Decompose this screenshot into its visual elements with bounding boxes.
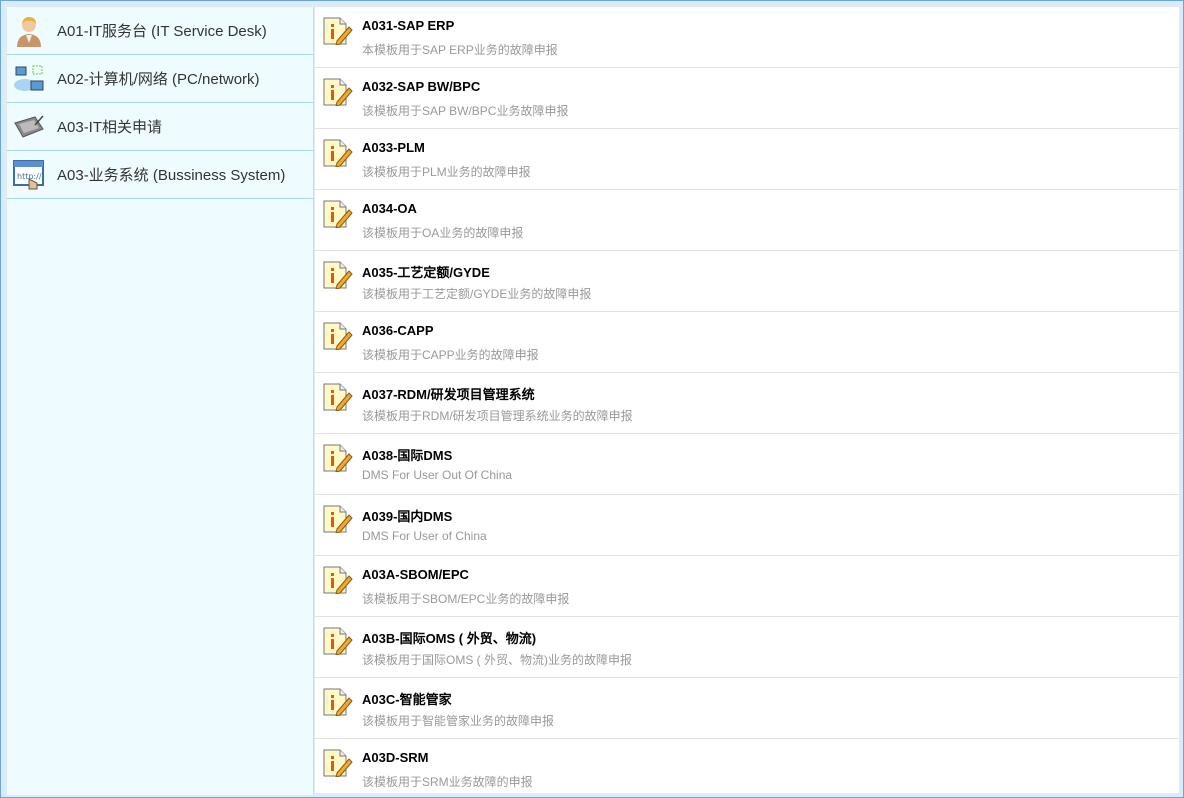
category-label: A03-IT相关申请	[57, 119, 163, 136]
template-item[interactable]: A035-工艺定额/GYDE 该模板用于工艺定额/GYDE业务的故障申报	[315, 251, 1179, 312]
template-description: 该模板用于智能管家业务的故障申报	[362, 714, 555, 728]
template-item[interactable]: A03A-SBOM/EPC 该模板用于SBOM/EPC业务的故障申报	[315, 556, 1179, 617]
template-title: A038-国际DMS	[362, 448, 453, 463]
template-item[interactable]: A034-OA 该模板用于OA业务的故障申报	[315, 190, 1179, 251]
template-item[interactable]: A03C-智能管家 该模板用于智能管家业务的故障申报	[315, 678, 1179, 739]
template-edit-icon	[323, 688, 353, 721]
window-frame: A01-IT服务台 (IT Service Desk) A02-计算机/网络 (…	[0, 0, 1184, 798]
template-edit-icon	[323, 627, 353, 660]
template-title: A039-国内DMS	[362, 509, 453, 524]
template-item[interactable]: A036-CAPP 该模板用于CAPP业务的故障申报	[315, 312, 1179, 373]
template-description: 该模板用于SRM业务故障的申报	[362, 775, 533, 789]
category-label: A01-IT服务台 (IT Service Desk)	[57, 23, 267, 40]
template-description: 该模板用于SAP BW/BPC业务故障申报	[362, 104, 569, 118]
template-item[interactable]: A032-SAP BW/BPC 该模板用于SAP BW/BPC业务故障申报	[315, 68, 1179, 129]
template-edit-icon	[323, 139, 353, 172]
template-title: A032-SAP BW/BPC	[362, 79, 481, 94]
template-edit-icon	[323, 566, 353, 599]
template-title: A031-SAP ERP	[362, 18, 455, 33]
template-edit-icon	[323, 383, 353, 416]
category-label: A02-计算机/网络 (PC/network)	[57, 71, 260, 88]
template-title: A036-CAPP	[362, 323, 434, 338]
template-description: 该模板用于PLM业务的故障申报	[362, 165, 531, 179]
template-edit-icon	[323, 505, 353, 538]
template-description: DMS For User Out Of China	[362, 468, 513, 482]
tablet-icon	[13, 111, 45, 143]
template-edit-icon	[323, 322, 353, 355]
template-item[interactable]: A037-RDM/研发项目管理系统 该模板用于RDM/研发项目管理系统业务的故障…	[315, 373, 1179, 434]
template-item[interactable]: A03B-国际OMS ( 外贸、物流) 该模板用于国际OMS ( 外贸、物流)业…	[315, 617, 1179, 678]
template-description: DMS For User of China	[362, 529, 487, 543]
template-item[interactable]: A033-PLM 该模板用于PLM业务的故障申报	[315, 129, 1179, 190]
category-item-it-request[interactable]: A03-IT相关申请	[7, 103, 313, 151]
template-item[interactable]: A03D-SRM 该模板用于SRM业务故障的申报	[315, 739, 1179, 793]
network-icon	[13, 63, 45, 95]
template-edit-icon	[323, 261, 353, 294]
template-edit-icon	[323, 200, 353, 233]
web-browser-icon: http://	[13, 159, 45, 191]
template-edit-icon	[323, 444, 353, 477]
template-description: 该模板用于工艺定额/GYDE业务的故障申报	[362, 287, 592, 301]
template-description: 该模板用于OA业务的故障申报	[362, 226, 524, 240]
template-title: A03B-国际OMS ( 外贸、物流)	[362, 631, 537, 646]
template-title: A033-PLM	[362, 140, 425, 155]
template-title: A037-RDM/研发项目管理系统	[362, 387, 535, 402]
template-edit-icon	[323, 749, 353, 782]
template-description: 该模板用于RDM/研发项目管理系统业务的故障申报	[362, 409, 633, 423]
category-item-pc-network[interactable]: A02-计算机/网络 (PC/network)	[7, 55, 313, 103]
template-edit-icon	[323, 17, 353, 50]
template-edit-icon	[323, 78, 353, 111]
template-title: A03D-SRM	[362, 750, 429, 765]
template-title: A034-OA	[362, 201, 417, 216]
template-title: A03A-SBOM/EPC	[362, 567, 469, 582]
template-title: A035-工艺定额/GYDE	[362, 265, 490, 280]
template-description: 本模板用于SAP ERP业务的故障申报	[362, 43, 558, 57]
category-item-business-system[interactable]: http:// A03-业务系统 (Bussiness System)	[7, 151, 313, 199]
template-description: 该模板用于CAPP业务的故障申报	[362, 348, 539, 362]
user-icon	[13, 15, 45, 47]
template-description: 该模板用于SBOM/EPC业务的故障申报	[362, 592, 570, 606]
template-description: 该模板用于国际OMS ( 外贸、物流)业务的故障申报	[362, 653, 632, 667]
category-sidebar: A01-IT服务台 (IT Service Desk) A02-计算机/网络 (…	[7, 7, 314, 795]
template-list: A031-SAP ERP 本模板用于SAP ERP业务的故障申报 A032-SA…	[315, 7, 1179, 793]
template-item[interactable]: A038-国际DMS DMS For User Out Of China	[315, 434, 1179, 495]
template-item[interactable]: A039-国内DMS DMS For User of China	[315, 495, 1179, 556]
category-label: A03-业务系统 (Bussiness System)	[57, 167, 286, 184]
template-title: A03C-智能管家	[362, 692, 452, 707]
template-item[interactable]: A031-SAP ERP 本模板用于SAP ERP业务的故障申报	[315, 7, 1179, 68]
category-item-service-desk[interactable]: A01-IT服务台 (IT Service Desk)	[7, 7, 313, 55]
